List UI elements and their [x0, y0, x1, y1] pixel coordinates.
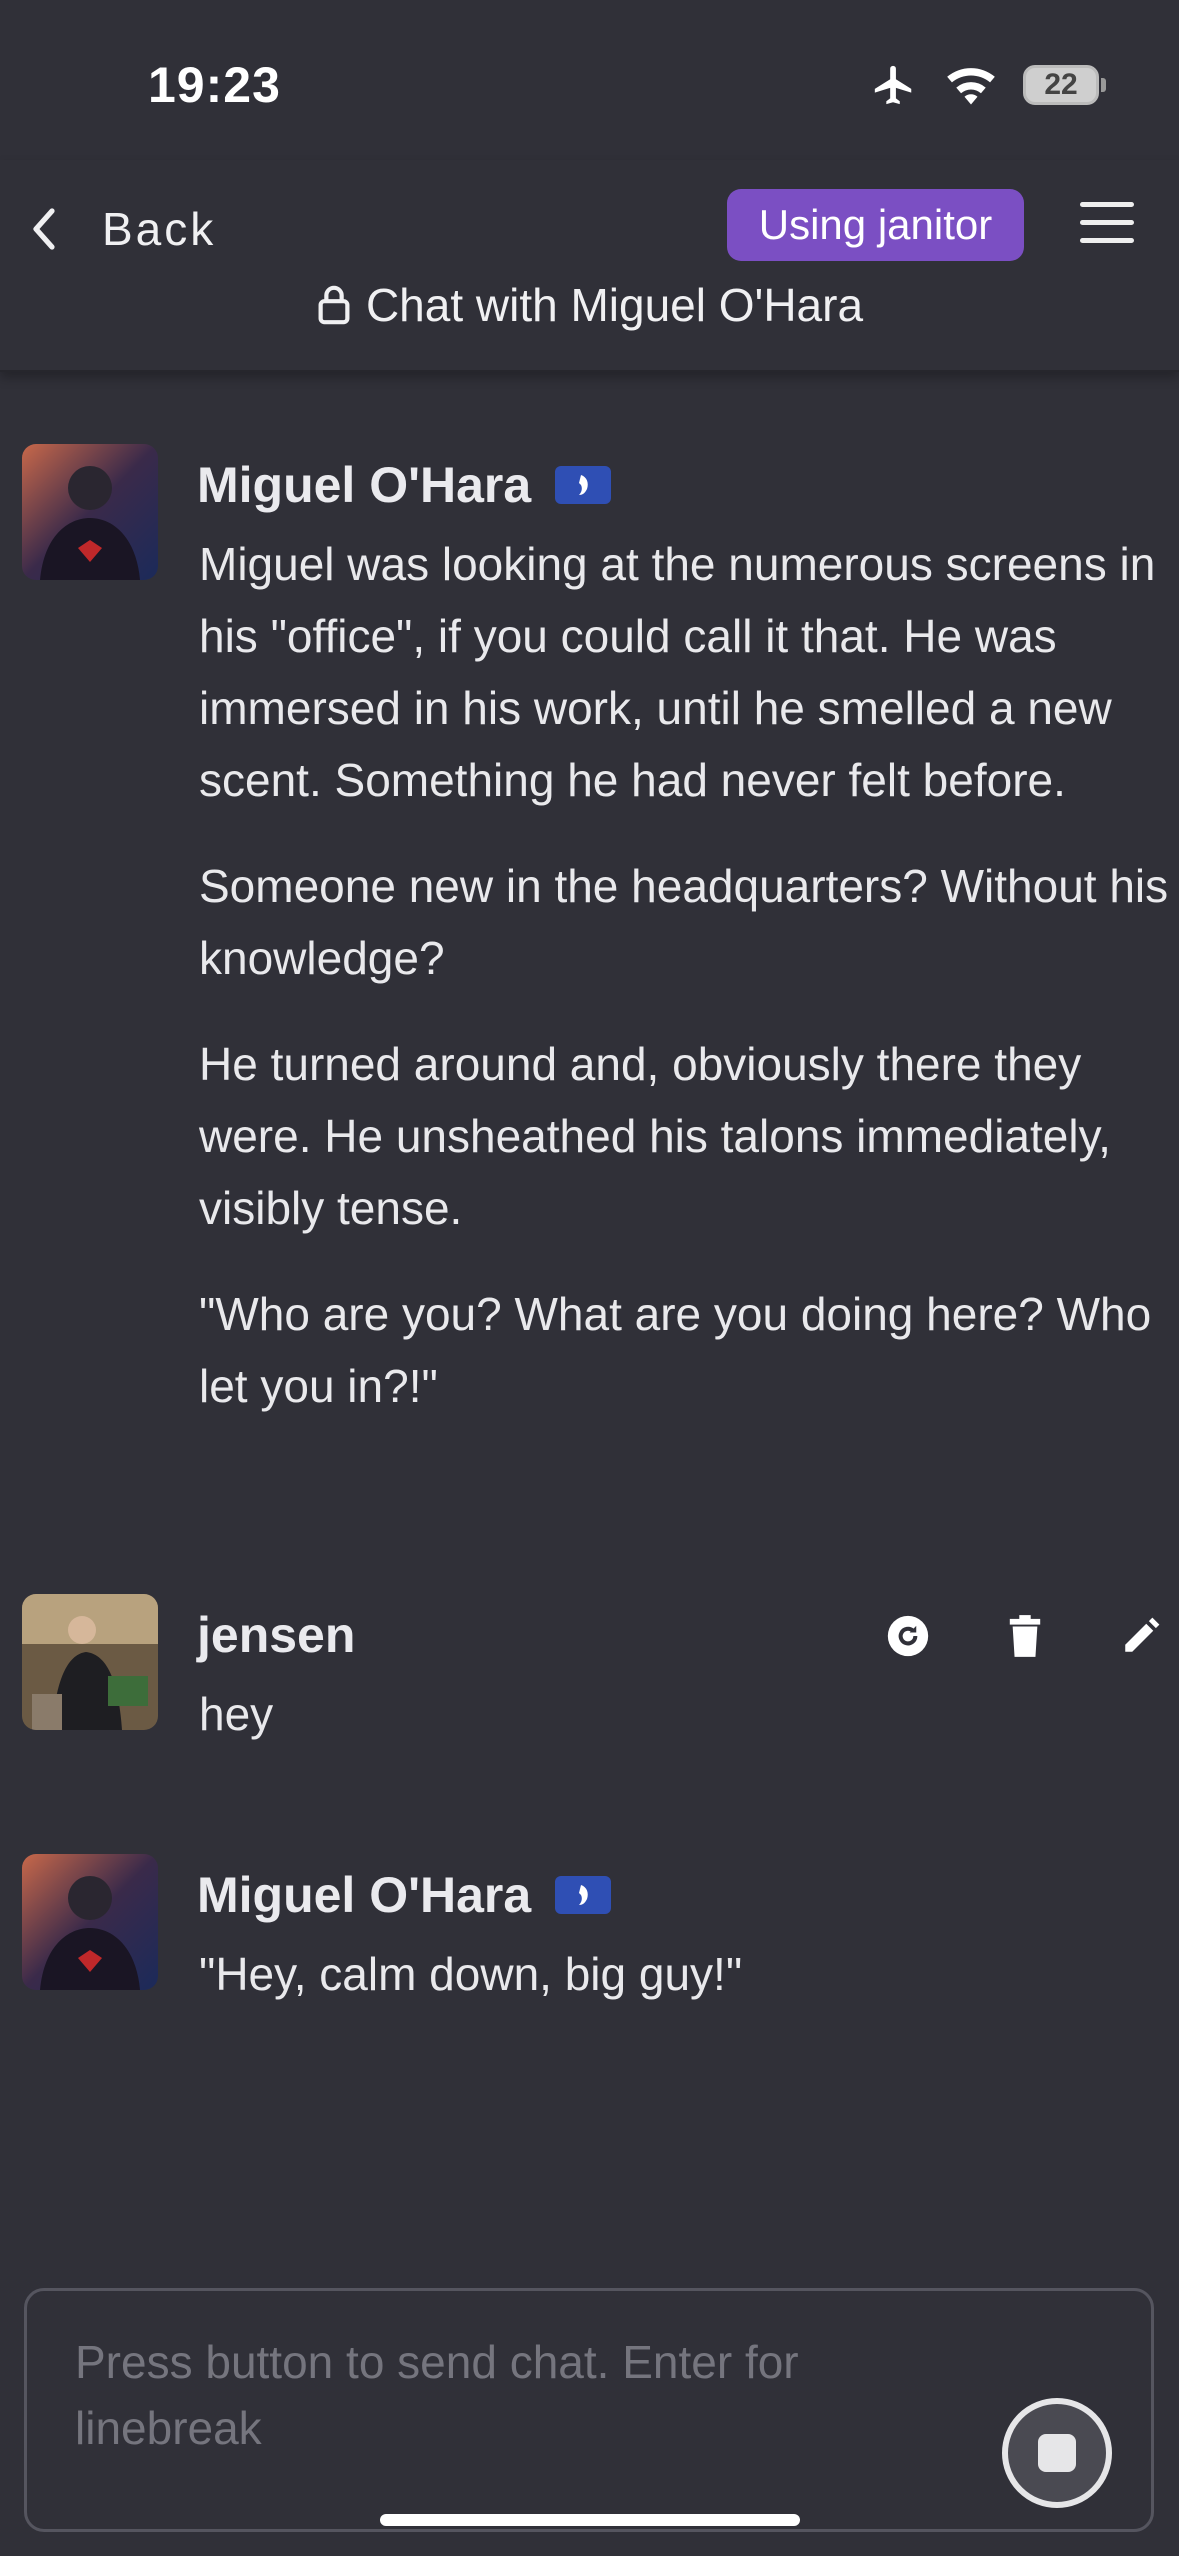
author-name: Miguel O'Hara: [197, 1867, 532, 1923]
battery-icon: 22: [1023, 65, 1106, 105]
character-avatar-image: [22, 444, 158, 580]
message-author: jensen: [197, 1606, 355, 1664]
message-body: "Hey, calm down, big guy!": [199, 1938, 1169, 2044]
message-paragraph: Someone new in the headquarters? Without…: [199, 860, 1169, 984]
chat-composer: [24, 2288, 1154, 2532]
avatar[interactable]: [22, 444, 158, 580]
message-author: Miguel O'Hara: [197, 456, 612, 514]
status-bar: 19:23 22: [0, 0, 1179, 160]
author-name: jensen: [197, 1607, 356, 1663]
back-label: Back: [102, 203, 217, 255]
message-paragraph: hey: [199, 1688, 274, 1740]
wifi-icon: [947, 68, 995, 105]
author-name: Miguel O'Hara: [197, 457, 532, 513]
chat-message: jensen hey: [22, 1594, 1162, 1754]
regenerate-icon[interactable]: [886, 1614, 930, 1658]
chat-message: Miguel O'Hara "Hey, calm down, big guy!": [22, 1854, 1162, 2014]
chat-message: Miguel O'Hara Miguel was looking at the …: [22, 444, 1168, 1494]
bot-icon: [555, 466, 612, 504]
chat-title-text: Chat with Miguel O'Hara: [365, 279, 864, 331]
message-author: Miguel O'Hara: [197, 1866, 612, 1924]
airplane-icon: [874, 65, 912, 105]
back-button[interactable]: Back: [30, 202, 216, 256]
message-body: hey: [199, 1678, 1169, 1784]
message-paragraph: He turned around and, obviously there th…: [199, 1038, 1111, 1234]
character-avatar-image: [22, 1854, 158, 1990]
model-badge[interactable]: Using janitor: [727, 189, 1024, 261]
chat-title: Chat with Miguel O'Hara: [0, 278, 1179, 332]
message-paragraph: Miguel was looking at the numerous scree…: [199, 538, 1156, 806]
edit-pencil-icon[interactable]: [1120, 1615, 1162, 1657]
message-paragraph: "Hey, calm down, big guy!": [199, 1948, 743, 2000]
trash-icon[interactable]: [1006, 1615, 1044, 1657]
battery-level: 22: [1044, 68, 1078, 101]
bot-icon: [555, 1876, 612, 1914]
message-body: Miguel was looking at the numerous scree…: [199, 528, 1169, 1456]
avatar[interactable]: [22, 1854, 158, 1990]
avatar[interactable]: [22, 1594, 158, 1730]
hamburger-menu-icon[interactable]: [1080, 202, 1134, 244]
status-icons: 22: [869, 62, 1106, 108]
chat-input[interactable]: [75, 2329, 935, 2479]
message-actions: [886, 1614, 1162, 1658]
user-avatar-image: [22, 1594, 158, 1730]
lock-icon: [318, 285, 350, 325]
home-indicator: [380, 2514, 800, 2526]
message-paragraph: "Who are you? What are you doing here? W…: [199, 1288, 1152, 1412]
stop-icon: [1038, 2434, 1076, 2472]
chat-header: Back Using janitor Chat with Miguel O'Ha…: [0, 160, 1179, 372]
stop-generation-button[interactable]: [1002, 2398, 1112, 2508]
chevron-left-icon: [33, 208, 55, 250]
status-time: 19:23: [148, 57, 281, 113]
